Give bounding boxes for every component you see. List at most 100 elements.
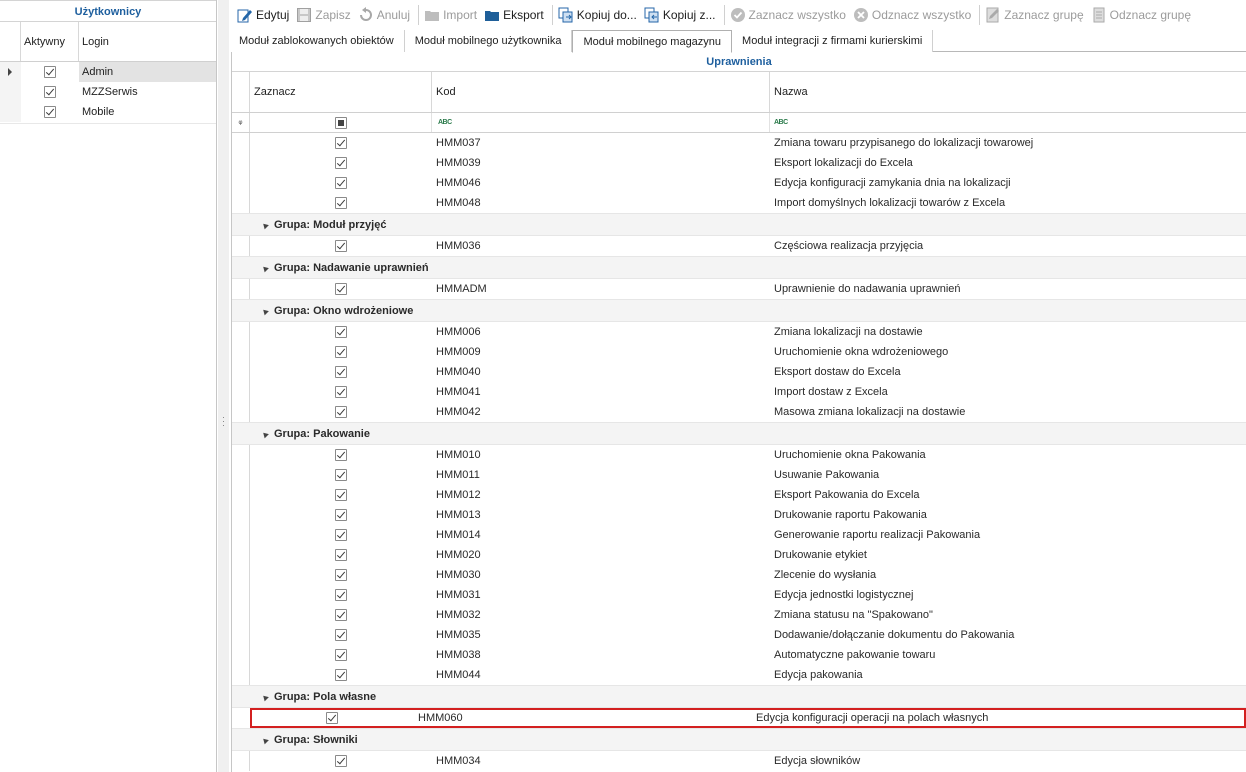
permission-select-cell[interactable] bbox=[250, 505, 432, 525]
tab-0[interactable]: Moduł zablokowanych obiektów bbox=[229, 30, 405, 52]
permission-checkbox[interactable] bbox=[335, 549, 347, 561]
copy-to-button[interactable]: Kopiuj do... bbox=[556, 3, 642, 27]
permission-row[interactable]: HMM048 Import domyślnych lokalizacji towa… bbox=[232, 193, 1246, 213]
permission-select-cell[interactable] bbox=[250, 193, 432, 213]
permission-select-cell[interactable] bbox=[250, 236, 432, 256]
permission-row[interactable]: HMMADM Uprawnienie do nadawania uprawnień bbox=[232, 279, 1246, 299]
permission-row[interactable]: HMM034 Edycja słowników bbox=[232, 751, 1246, 771]
permission-row[interactable]: HMM035 Dodawanie/dołączanie dokumentu do … bbox=[232, 625, 1246, 645]
filter-checkbox[interactable] bbox=[334, 116, 347, 129]
permission-row[interactable]: HMM010 Uruchomienie okna Pakowania bbox=[232, 445, 1246, 465]
permission-row[interactable]: HMM011 Usuwanie Pakowania bbox=[232, 465, 1246, 485]
import-button[interactable]: Import bbox=[422, 3, 482, 27]
permission-row[interactable]: HMM020 Drukowanie etykiet bbox=[232, 545, 1246, 565]
tab-3[interactable]: Moduł integracji z firmami kurierskimi bbox=[732, 30, 934, 52]
permission-checkbox[interactable] bbox=[335, 469, 347, 481]
permission-select-cell[interactable] bbox=[250, 465, 432, 485]
save-button[interactable]: Zapisz bbox=[294, 3, 355, 27]
permission-checkbox[interactable] bbox=[335, 489, 347, 501]
export-button[interactable]: Eksport bbox=[482, 3, 549, 27]
permission-row[interactable]: HMM044 Edycja pakowania bbox=[232, 665, 1246, 685]
deselect-group-button[interactable]: Odznacz grupę bbox=[1089, 3, 1196, 27]
permission-select-cell[interactable] bbox=[250, 525, 432, 545]
permission-select-cell[interactable] bbox=[250, 342, 432, 362]
group-row[interactable]: Grupa: Moduł przyjęć bbox=[232, 213, 1246, 236]
column-header-login[interactable]: Login bbox=[79, 22, 216, 61]
permission-select-cell[interactable] bbox=[250, 485, 432, 505]
permission-checkbox[interactable] bbox=[335, 366, 347, 378]
permission-select-cell[interactable] bbox=[250, 645, 432, 665]
permission-select-cell[interactable] bbox=[250, 402, 432, 422]
permission-select-cell[interactable] bbox=[250, 173, 432, 193]
group-row[interactable]: Grupa: Okno wdrożeniowe bbox=[232, 299, 1246, 322]
user-active-cell[interactable] bbox=[21, 102, 79, 122]
user-active-cell[interactable] bbox=[21, 82, 79, 102]
permission-row[interactable]: HMM006 Zmiana lokalizacji na dostawie bbox=[232, 322, 1246, 342]
permission-row[interactable]: HMM040 Eksport dostaw do Excela bbox=[232, 362, 1246, 382]
permission-row[interactable]: HMM030 Zlecenie do wysłania bbox=[232, 565, 1246, 585]
permission-select-cell[interactable] bbox=[250, 625, 432, 645]
permission-select-cell[interactable] bbox=[250, 362, 432, 382]
user-active-checkbox[interactable] bbox=[44, 106, 56, 118]
permission-row[interactable]: HMM046 Edycja konfiguracji zamykania dnia… bbox=[232, 173, 1246, 193]
permission-checkbox[interactable] bbox=[335, 326, 347, 338]
user-active-cell[interactable] bbox=[21, 62, 79, 82]
permission-row[interactable]: HMM031 Edycja jednostki logistycznej bbox=[232, 585, 1246, 605]
permission-row[interactable]: HMM042 Masowa zmiana lokalizacji na dosta… bbox=[232, 402, 1246, 422]
group-row[interactable]: Grupa: Pakowanie bbox=[232, 422, 1246, 445]
group-row[interactable]: Grupa: Nadawanie uprawnień bbox=[232, 256, 1246, 279]
column-header-code[interactable]: Kod bbox=[432, 72, 770, 112]
select-group-button[interactable]: Zaznacz grupę bbox=[983, 3, 1088, 27]
permission-select-cell[interactable] bbox=[250, 153, 432, 173]
filter-code-cell[interactable]: ABC bbox=[432, 113, 770, 132]
column-header-active[interactable]: Aktywny bbox=[21, 22, 79, 61]
group-row[interactable]: Grupa: Pola własne bbox=[232, 685, 1246, 708]
filter-select-cell[interactable] bbox=[250, 113, 432, 132]
user-login-cell[interactable]: Admin bbox=[79, 62, 216, 82]
deselect-all-button[interactable]: Odznacz wszystko bbox=[851, 3, 976, 27]
panel-splitter[interactable]: · · · bbox=[218, 0, 229, 772]
permission-checkbox[interactable] bbox=[335, 197, 347, 209]
permission-checkbox[interactable] bbox=[335, 629, 347, 641]
user-login-cell[interactable]: Mobile bbox=[79, 102, 216, 122]
permission-checkbox[interactable] bbox=[335, 509, 347, 521]
permission-checkbox[interactable] bbox=[335, 755, 347, 767]
permission-checkbox[interactable] bbox=[335, 346, 347, 358]
edit-button[interactable]: Edytuj bbox=[235, 3, 294, 27]
permission-select-cell[interactable] bbox=[250, 585, 432, 605]
permission-select-cell[interactable] bbox=[250, 445, 432, 465]
permission-checkbox[interactable] bbox=[335, 529, 347, 541]
permission-row[interactable]: HMM012 Eksport Pakowania do Excela bbox=[232, 485, 1246, 505]
select-all-button[interactable]: Zaznacz wszystko bbox=[728, 3, 851, 27]
permission-checkbox[interactable] bbox=[335, 177, 347, 189]
permission-checkbox[interactable] bbox=[326, 712, 338, 724]
permission-select-cell[interactable] bbox=[250, 322, 432, 342]
permission-row[interactable]: HMM032 Zmiana statusu na "Spakowano" bbox=[232, 605, 1246, 625]
user-row[interactable]: Mobile bbox=[0, 102, 216, 122]
filter-name-cell[interactable]: ABC bbox=[770, 113, 1246, 132]
user-row[interactable]: Admin bbox=[0, 62, 216, 82]
copy-from-button[interactable]: Kopiuj z... bbox=[642, 3, 721, 27]
permission-checkbox[interactable] bbox=[335, 137, 347, 149]
permission-checkbox[interactable] bbox=[335, 669, 347, 681]
permission-row[interactable]: HMM013 Drukowanie raportu Pakowania bbox=[232, 505, 1246, 525]
user-row[interactable]: MZZSerwis bbox=[0, 82, 216, 102]
permission-row[interactable]: HMM037 Zmiana towaru przypisanego do loka… bbox=[232, 133, 1246, 153]
user-active-checkbox[interactable] bbox=[44, 66, 56, 78]
permission-select-cell[interactable] bbox=[250, 279, 432, 299]
permission-checkbox[interactable] bbox=[335, 589, 347, 601]
permission-select-cell[interactable] bbox=[250, 708, 414, 728]
permission-checkbox[interactable] bbox=[335, 386, 347, 398]
column-header-name[interactable]: Nazwa bbox=[770, 72, 1246, 112]
permission-checkbox[interactable] bbox=[335, 157, 347, 169]
permission-checkbox[interactable] bbox=[335, 240, 347, 252]
permission-checkbox[interactable] bbox=[335, 449, 347, 461]
permission-select-cell[interactable] bbox=[250, 565, 432, 585]
user-login-cell[interactable]: MZZSerwis bbox=[79, 82, 216, 102]
permission-checkbox[interactable] bbox=[335, 406, 347, 418]
permission-select-cell[interactable] bbox=[250, 665, 432, 685]
permission-row[interactable]: HMM038 Automatyczne pakowanie towaru bbox=[232, 645, 1246, 665]
permission-select-cell[interactable] bbox=[250, 751, 432, 771]
highlighted-permission-row[interactable]: HMM060 Edycja konfiguracji operacji na po… bbox=[250, 708, 1246, 728]
tab-2[interactable]: Moduł mobilnego magazynu bbox=[572, 30, 733, 53]
